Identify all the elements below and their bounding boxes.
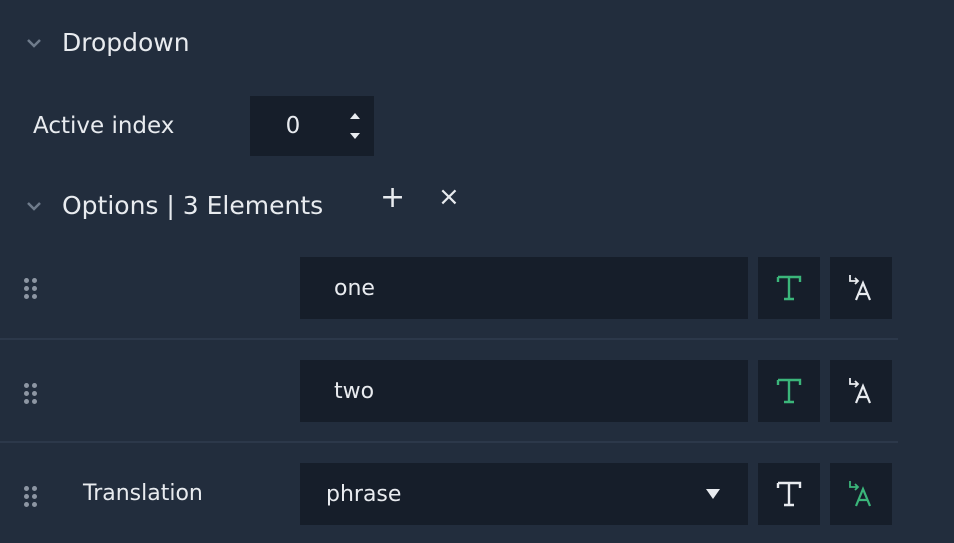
translate-A-icon (849, 378, 872, 404)
text-mode-button[interactable] (758, 257, 820, 319)
active-index-stepper[interactable]: 0 (250, 96, 374, 156)
translate-A-icon (849, 481, 872, 507)
translation-label: Translation (83, 481, 203, 506)
drag-handle-icon[interactable] (24, 486, 38, 508)
text-T-icon (776, 481, 802, 507)
active-index-value[interactable]: 0 (250, 96, 336, 156)
remove-option-button[interactable]: × (438, 184, 460, 210)
dropdown-section-title: Dropdown (62, 28, 190, 57)
stepper-down-icon[interactable] (349, 132, 361, 140)
phrase-select-value: phrase (326, 481, 402, 507)
active-index-label: Active index (33, 113, 175, 139)
option-row: two (0, 353, 898, 441)
caret-down-icon (706, 489, 720, 499)
close-icon: × (438, 182, 460, 212)
option-row: one (0, 250, 898, 338)
stepper-buttons (336, 96, 374, 156)
option-text-field[interactable]: two (300, 360, 748, 422)
options-section-header[interactable]: Options | 3 Elements (26, 191, 323, 220)
row-divider (0, 338, 898, 340)
translation-mode-button[interactable] (830, 463, 892, 525)
option-text-field[interactable]: one (300, 257, 748, 319)
phrase-select[interactable]: phrase (300, 463, 748, 525)
text-T-icon (776, 378, 802, 404)
translation-mode-button[interactable] (830, 257, 892, 319)
chevron-down-icon[interactable] (26, 35, 42, 51)
drag-handle-icon[interactable] (24, 383, 38, 405)
stepper-up-icon[interactable] (349, 112, 361, 120)
option-row: Translation phrase (0, 456, 898, 543)
add-option-button[interactable]: + (380, 183, 405, 213)
options-section-title: Options | 3 Elements (62, 191, 324, 220)
translate-A-icon (849, 275, 872, 301)
text-T-icon (776, 275, 802, 301)
text-mode-button[interactable] (758, 463, 820, 525)
row-divider (0, 441, 898, 443)
inspector-panel: Dropdown Active index 0 Options | 3 Elem… (0, 0, 954, 543)
drag-handle-icon[interactable] (24, 278, 38, 300)
dropdown-section-header[interactable]: Dropdown (26, 28, 190, 57)
text-mode-button[interactable] (758, 360, 820, 422)
translation-mode-button[interactable] (830, 360, 892, 422)
plus-icon: + (380, 180, 406, 215)
chevron-down-icon[interactable] (26, 198, 42, 214)
